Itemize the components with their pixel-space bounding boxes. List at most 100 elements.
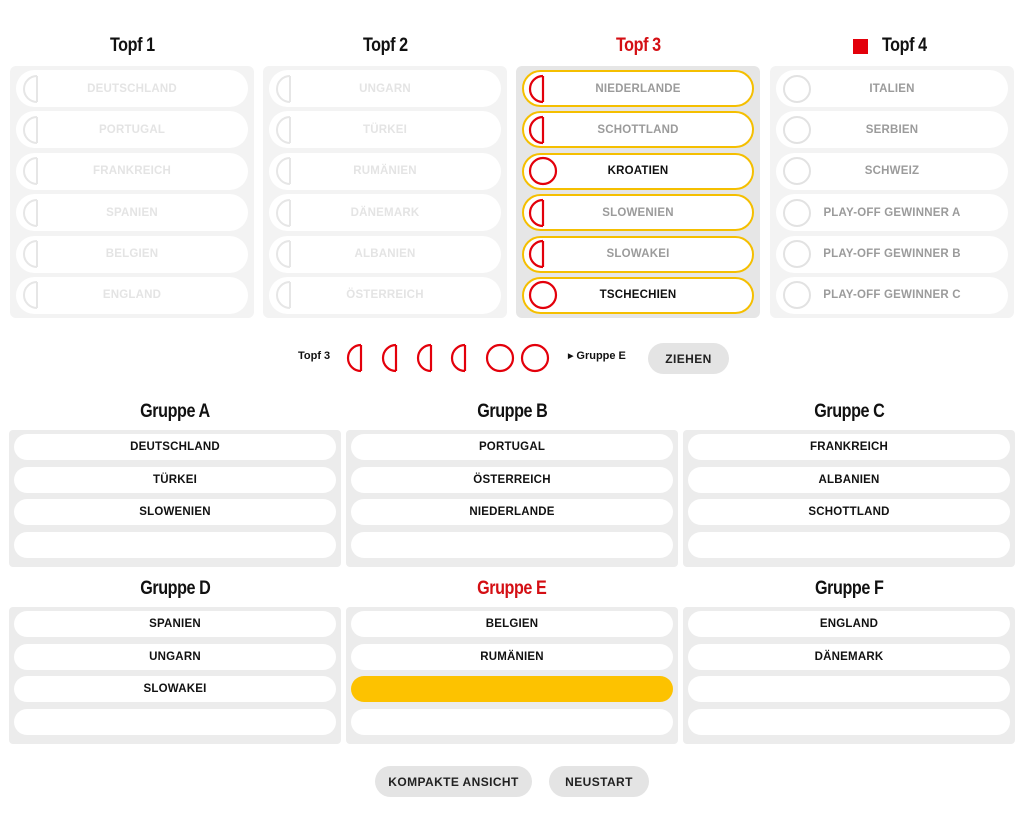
group-slot: FRANKREICH <box>688 434 1010 460</box>
team-name: TSCHECHIEN <box>599 289 677 302</box>
team-name: KROATIEN <box>607 165 669 178</box>
ball-icon <box>782 156 812 186</box>
pots-section: Topf 1 DEUTSCHLAND PORTUGAL FRANKREICH S… <box>10 28 1014 320</box>
team-name: RUMÄNIEN <box>353 165 417 178</box>
draw-button[interactable]: ZIEHEN <box>648 343 729 374</box>
team-pill[interactable]: DÄNEMARK <box>269 194 501 232</box>
pot-4-header: Topf 4 <box>770 28 1014 64</box>
team-pill[interactable]: SLOWENIEN <box>522 194 754 232</box>
team-pill[interactable]: TÜRKEI <box>269 111 501 149</box>
team-pill[interactable]: SPANIEN <box>16 194 248 232</box>
group-header: Gruppe C <box>683 394 1015 430</box>
team-pill[interactable]: ENGLAND <box>16 276 248 314</box>
team-pill[interactable]: TSCHECHIEN <box>522 276 754 314</box>
triangle-right-icon: ▶ <box>568 353 574 360</box>
pot-title: Topf 3 <box>615 35 661 56</box>
team-pill[interactable]: SCHWEIZ <box>776 152 1008 190</box>
pot-panel: ITALIEN SERBIEN SCHWEIZ PLAY-OFF GEWINNE… <box>770 66 1014 318</box>
ball-icon <box>22 74 52 104</box>
team-name: ITALIEN <box>869 82 915 95</box>
ball-icon <box>22 239 52 269</box>
team-pill[interactable]: FRANKREICH <box>16 152 248 190</box>
group-slot: SLOWENIEN <box>14 499 336 525</box>
group-b: Gruppe B PORTUGAL ÖSTERREICH NIEDERLANDE <box>346 394 678 567</box>
team-name: TÜRKEI <box>362 123 407 136</box>
group-header: Gruppe F <box>683 571 1015 607</box>
team-name: SCHOTTLAND <box>597 123 679 136</box>
ball-icon <box>275 280 305 310</box>
group-slot <box>688 708 1010 735</box>
team-pill[interactable]: KROATIEN <box>522 152 754 190</box>
ball-icon <box>22 198 52 228</box>
pot-title: Topf 1 <box>109 35 155 56</box>
pot-3-header: Topf 3 <box>516 28 760 64</box>
team-name: SLOWAKEI <box>606 248 670 261</box>
draw-target: ▶ Gruppe E <box>568 350 626 362</box>
restart-button[interactable]: NEUSTART <box>549 766 649 797</box>
group-header: Gruppe B <box>346 394 678 430</box>
ball-icon <box>782 74 812 104</box>
pot-title: Topf 4 <box>882 35 927 56</box>
team-name: PLAY-OFF GEWINNER B <box>823 248 961 261</box>
pot-panel: UNGARN TÜRKEI RUMÄNIEN DÄNEMARK ALBANIEN… <box>263 66 507 318</box>
group-title: Gruppe F <box>814 578 884 599</box>
team-pill[interactable]: ÖSTERREICH <box>269 276 501 314</box>
ball-icon <box>782 115 812 145</box>
team-pill[interactable]: SERBIEN <box>776 111 1008 149</box>
pot-2-header: Topf 2 <box>263 28 507 64</box>
group-d: Gruppe D SPANIEN UNGARN SLOWAKEI <box>9 571 341 744</box>
team-pill[interactable]: RUMÄNIEN <box>269 152 501 190</box>
group-slot <box>688 676 1010 702</box>
group-title: Gruppe A <box>140 401 210 422</box>
draw-pot-label: Topf 3 <box>298 350 331 362</box>
group-slot: ÖSTERREICH <box>351 466 673 493</box>
team-pill[interactable]: PLAY-OFF GEWINNER B <box>776 235 1008 273</box>
team-name: DÄNEMARK <box>350 206 420 219</box>
team-pill[interactable]: BELGIEN <box>16 235 248 273</box>
ball-icon <box>22 156 52 186</box>
team-pill[interactable]: PLAY-OFF GEWINNER A <box>776 194 1008 232</box>
ball-icon <box>275 156 305 186</box>
pot-1-header: Topf 1 <box>10 28 254 64</box>
team-pill[interactable]: PORTUGAL <box>16 111 248 149</box>
ball-icon <box>275 74 305 104</box>
group-title: Gruppe B <box>476 401 548 422</box>
compact-view-button[interactable]: KOMPAKTE ANSICHT <box>375 766 532 797</box>
ball-icon <box>275 115 305 145</box>
ball-icon <box>528 280 558 310</box>
team-pill[interactable]: SLOWAKEI <box>522 235 754 273</box>
team-name: PORTUGAL <box>98 123 166 136</box>
team-pill[interactable]: NIEDERLANDE <box>522 70 754 107</box>
team-name: DEUTSCHLAND <box>87 82 177 95</box>
team-name: BELGIEN <box>105 248 159 261</box>
team-name: SLOWENIEN <box>602 206 674 219</box>
team-name: ALBANIEN <box>354 248 416 261</box>
team-pill[interactable]: DEUTSCHLAND <box>16 70 248 107</box>
ball-icon <box>782 280 812 310</box>
team-pill[interactable]: PLAY-OFF GEWINNER C <box>776 276 1008 314</box>
group-panel: FRANKREICH ALBANIEN SCHOTTLAND <box>683 430 1015 567</box>
team-name: SPANIEN <box>106 206 158 219</box>
pot-title: Topf 2 <box>362 35 408 56</box>
group-title: Gruppe D <box>139 578 211 599</box>
draw-bar: Topf 3 ▶ Gruppe E ZIEHEN <box>0 342 1024 374</box>
group-c: Gruppe C FRANKREICH ALBANIEN SCHOTTLAND <box>683 394 1015 567</box>
group-panel: PORTUGAL ÖSTERREICH NIEDERLANDE <box>346 430 678 567</box>
team-name: PLAY-OFF GEWINNER C <box>823 289 961 302</box>
group-panel: BELGIEN RUMÄNIEN <box>346 607 678 744</box>
group-slot: DÄNEMARK <box>688 643 1010 670</box>
team-pill[interactable]: ALBANIEN <box>269 235 501 273</box>
group-title: Gruppe E <box>477 578 547 599</box>
pot-panel: NIEDERLANDE SCHOTTLAND KROATIEN SLOWENIE… <box>516 66 760 318</box>
team-pill[interactable]: UNGARN <box>269 70 501 107</box>
group-header: Gruppe E <box>346 571 678 607</box>
ball-icon <box>528 74 558 104</box>
team-pill[interactable]: ITALIEN <box>776 70 1008 107</box>
team-pill[interactable]: SCHOTTLAND <box>522 111 754 149</box>
team-name: ÖSTERREICH <box>346 289 424 302</box>
group-panel: ENGLAND DÄNEMARK <box>683 607 1015 744</box>
group-slot: PORTUGAL <box>351 434 673 460</box>
group-slot: SCHOTTLAND <box>688 499 1010 525</box>
group-slot: DEUTSCHLAND <box>14 434 336 460</box>
pot-1: Topf 1 DEUTSCHLAND PORTUGAL FRANKREICH S… <box>10 28 254 318</box>
